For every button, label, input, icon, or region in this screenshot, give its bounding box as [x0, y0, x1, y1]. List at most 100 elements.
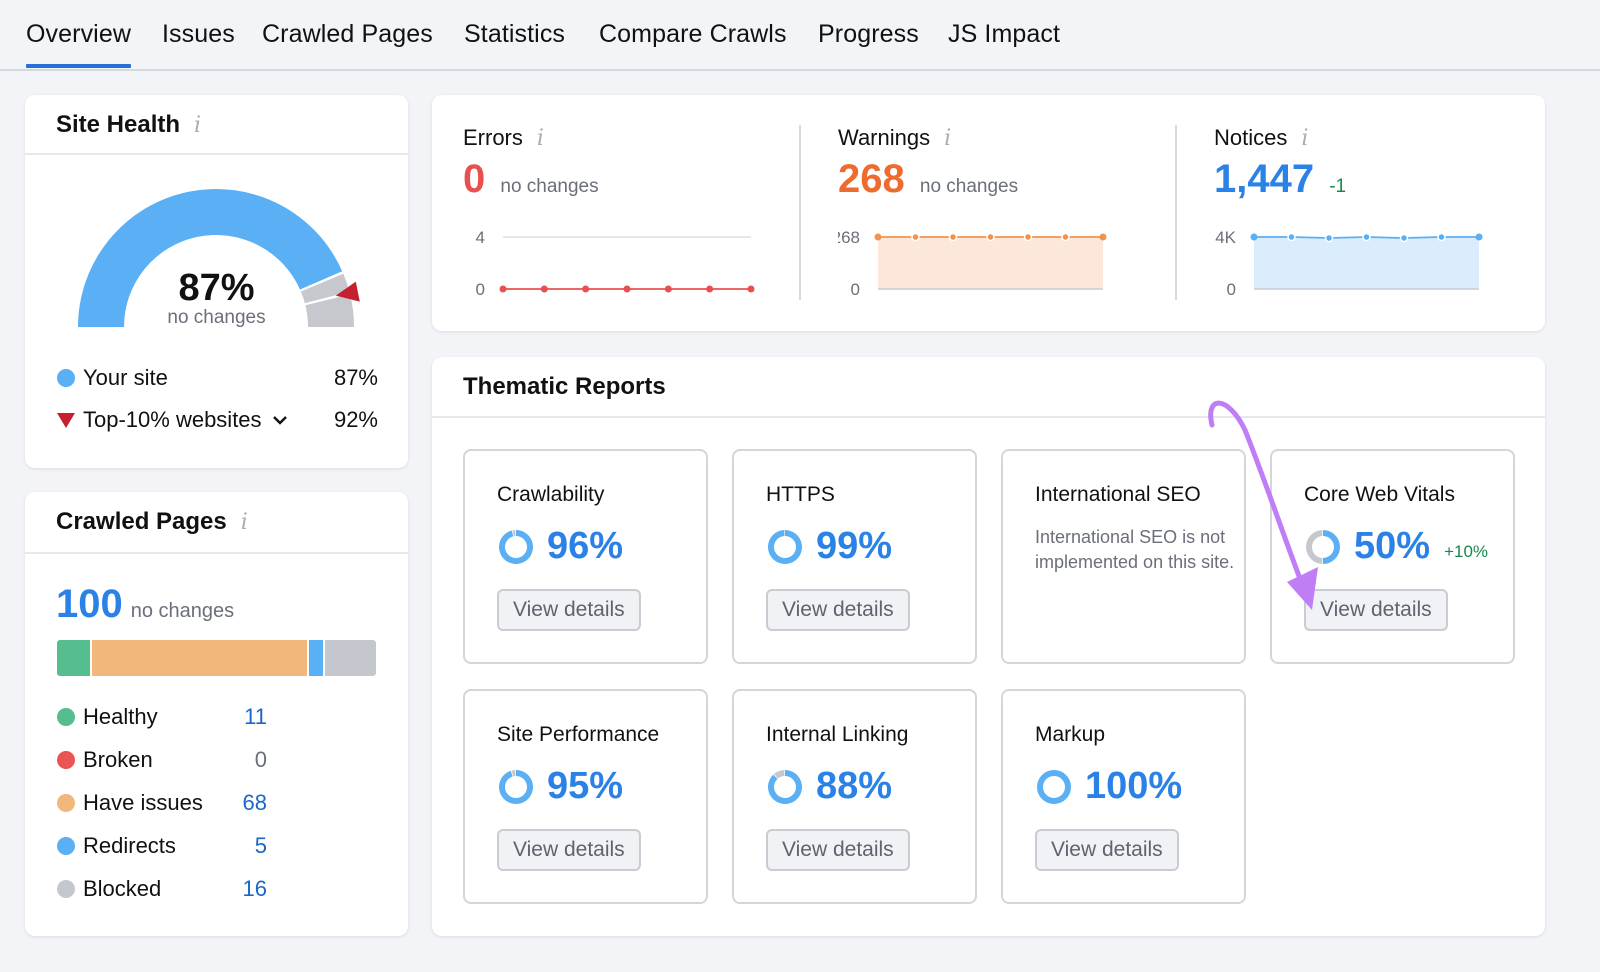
legend-count[interactable]: 68: [243, 790, 267, 816]
tab-js-impact[interactable]: JS Impact: [948, 20, 1060, 49]
view-details-button[interactable]: View details: [766, 829, 910, 871]
sparkline-point[interactable]: [747, 285, 755, 293]
info-icon[interactable]: i: [537, 126, 544, 151]
donut-segment-score: [1323, 529, 1340, 564]
site-health-gauge: 87% no changes: [25, 95, 408, 355]
info-icon[interactable]: i: [944, 126, 951, 151]
sparkline-point[interactable]: [706, 285, 714, 293]
sparkline-point[interactable]: [1399, 233, 1409, 243]
report-score: 96%: [497, 525, 623, 568]
donut-segment-remaining: [1306, 529, 1323, 564]
bar-segment-have-issues[interactable]: [92, 640, 309, 676]
report-name: Internal Linking: [766, 723, 909, 746]
report-name: Crawlability: [497, 483, 605, 506]
legend-label: Have issues: [83, 790, 203, 815]
sparkline-point[interactable]: [1475, 233, 1483, 241]
tab-overview[interactable]: Overview: [26, 20, 131, 68]
sparkline-point[interactable]: [1099, 233, 1107, 241]
view-details-button[interactable]: View details: [1304, 589, 1448, 631]
legend-label: Top-10% websites: [83, 407, 262, 432]
notices-sparkline: 1.4K 0: [1214, 228, 1483, 299]
view-details-button[interactable]: View details: [1035, 829, 1179, 871]
tab-statistics[interactable]: Statistics: [464, 20, 565, 49]
legend-value: 92%: [333, 407, 378, 432]
notices-value[interactable]: 1,447 -1: [1214, 157, 1346, 202]
legend-count[interactable]: 16: [243, 876, 267, 902]
sparkline-point[interactable]: [911, 232, 920, 242]
legend-label: Blocked: [83, 876, 162, 901]
errors-label: Errors i: [463, 125, 544, 151]
tab-issues[interactable]: Issues: [162, 20, 235, 49]
donut-segment-score: [768, 529, 802, 564]
warnings-value[interactable]: 268 no changes: [838, 157, 1018, 202]
axis-tick-zero: 0: [476, 280, 485, 299]
divider: [432, 416, 1545, 418]
bar-segment-healthy[interactable]: [57, 640, 93, 676]
legend-row-have-issues: Have issues 68: [57, 788, 267, 818]
report-percent: 96%: [547, 525, 624, 567]
total-value[interactable]: 100: [56, 582, 123, 627]
sparkline-point[interactable]: [1023, 232, 1033, 242]
legend-count[interactable]: 5: [255, 833, 267, 859]
issues-summary-card: Errors i 0 no changes 40 Warnings i 268 no…: [432, 95, 1545, 331]
info-icon[interactable]: i: [1301, 126, 1308, 151]
donut-chart-icon: [499, 769, 533, 804]
site-health-value: 87%: [178, 267, 255, 309]
legend-label: Broken: [83, 747, 153, 772]
sparkline-point[interactable]: [948, 232, 958, 242]
sparkline-point[interactable]: [623, 285, 631, 293]
legend-dot-icon: [57, 880, 75, 898]
legend-top-10[interactable]: Top-10% websites 92%: [57, 405, 378, 435]
view-details-button[interactable]: View details: [497, 589, 641, 631]
view-details-button[interactable]: View details: [766, 589, 910, 631]
report-percent: 99%: [816, 525, 893, 567]
errors-value[interactable]: 0 no changes: [463, 157, 599, 202]
donut-segment-score: [1037, 769, 1071, 804]
donut-segment-score: [499, 529, 533, 564]
report-tile-international-seo: International SEO International SEO is no…: [1001, 449, 1246, 664]
sparkline-point[interactable]: [582, 285, 590, 293]
tab-bar: Overview Issues Crawled Pages Statistics…: [0, 0, 1600, 71]
legend-row-blocked: Blocked 16: [57, 874, 267, 904]
errors-sparkline: 40: [476, 228, 755, 299]
sparkline-point[interactable]: [1437, 232, 1446, 242]
total-change: no changes: [130, 600, 235, 622]
sparkline-point[interactable]: [664, 285, 672, 293]
sparkline-point[interactable]: [986, 232, 995, 242]
report-score: 88%: [766, 765, 892, 808]
sparkline-point[interactable]: [1287, 232, 1296, 242]
report-delta: +10%: [1444, 541, 1489, 561]
tab-crawled-pages[interactable]: Crawled Pages: [262, 20, 433, 49]
view-details-button[interactable]: View details: [497, 829, 641, 871]
warnings-sparkline: 268 0: [838, 228, 1107, 299]
tab-progress[interactable]: Progress: [818, 20, 919, 49]
legend-row-healthy: Healthy 11: [57, 702, 267, 732]
info-icon[interactable]: i: [241, 510, 248, 535]
crawled-pages-total: 100 no changes: [56, 582, 234, 627]
sparkline-point[interactable]: [1362, 232, 1371, 242]
legend-count[interactable]: 11: [244, 704, 267, 730]
thematic-reports-title: Thematic Reports: [463, 373, 666, 400]
axis-tick-zero: 0: [851, 280, 860, 299]
sparkline-point[interactable]: [1324, 233, 1334, 243]
sparkline-point[interactable]: [499, 285, 507, 293]
donut-segment-remaining: [512, 529, 516, 536]
site-health-change: no changes: [167, 307, 266, 328]
tab-compare-crawls[interactable]: Compare Crawls: [599, 20, 787, 49]
report-percent: 95%: [547, 765, 624, 807]
sparkline-point[interactable]: [1061, 232, 1070, 242]
bar-segment-blocked[interactable]: [324, 640, 376, 676]
crawled-pages-bar: [57, 640, 376, 676]
report-percent: 50%: [1354, 525, 1431, 567]
errors-change: no changes: [500, 176, 599, 197]
sparkline-point[interactable]: [874, 233, 882, 241]
report-score: 50% +10%: [1304, 525, 1488, 568]
sparkline-point[interactable]: [1250, 233, 1258, 241]
bar-segment-redirects[interactable]: [308, 640, 325, 676]
sparkline-point[interactable]: [540, 285, 548, 293]
donut-segment-score: [768, 769, 802, 804]
legend-label: Your site: [83, 365, 168, 390]
chevron-down-icon[interactable]: [272, 414, 288, 426]
sparkline-area: [878, 237, 1103, 289]
crawled-pages-title: Crawled Pages i: [56, 508, 248, 535]
